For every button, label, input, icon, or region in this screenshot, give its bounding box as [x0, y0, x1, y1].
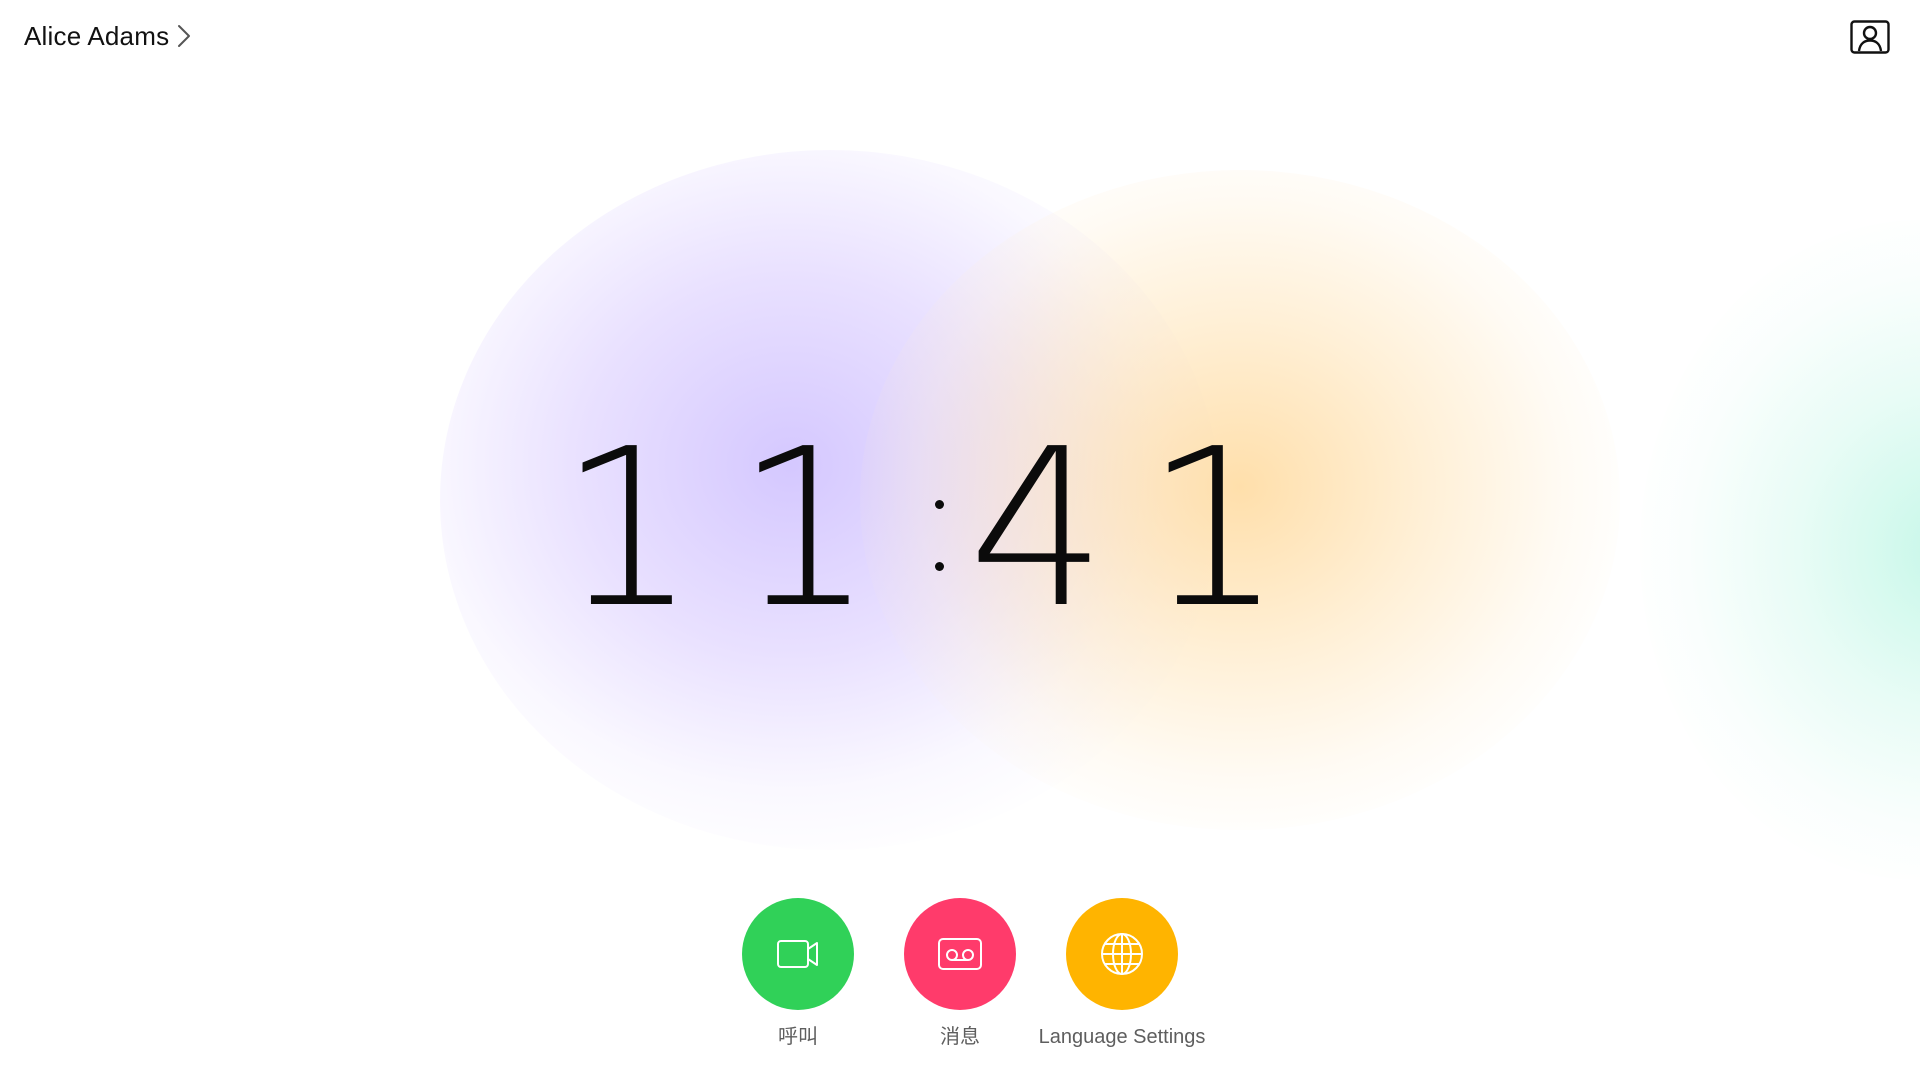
messages-label: 消息 — [940, 1026, 980, 1048]
clock-minutes: 41 — [968, 403, 1322, 656]
user-profile-button[interactable] — [1850, 20, 1890, 54]
language-settings-button[interactable] — [1066, 898, 1178, 1010]
call-button[interactable] — [742, 898, 854, 1010]
quick-actions: 呼叫 消息 Language Settings — [0, 898, 1920, 1050]
chevron-right-icon — [175, 22, 193, 50]
call-label: 呼叫 — [778, 1026, 818, 1048]
language-settings-label: Language Settings — [1038, 1026, 1206, 1048]
call-action[interactable]: 呼叫 — [742, 898, 854, 1050]
user-name-label: Alice Adams — [24, 21, 170, 51]
clock-colon — [912, 440, 968, 620]
globe-icon — [1099, 931, 1145, 977]
voicemail-icon — [937, 937, 983, 971]
messages-action[interactable]: 消息 — [904, 898, 1016, 1050]
home-screen: Alice Adams 11 41 呼叫 消息 Language Setting… — [0, 0, 1920, 1080]
language-settings-action[interactable]: Language Settings — [1039, 898, 1205, 1050]
user-name-button[interactable]: Alice Adams — [24, 16, 193, 56]
user-profile-icon — [1850, 20, 1890, 54]
clock-display: 11 41 — [0, 403, 1920, 656]
messages-button[interactable] — [904, 898, 1016, 1010]
clock-hours: 11 — [558, 403, 912, 656]
video-camera-icon — [776, 938, 820, 970]
